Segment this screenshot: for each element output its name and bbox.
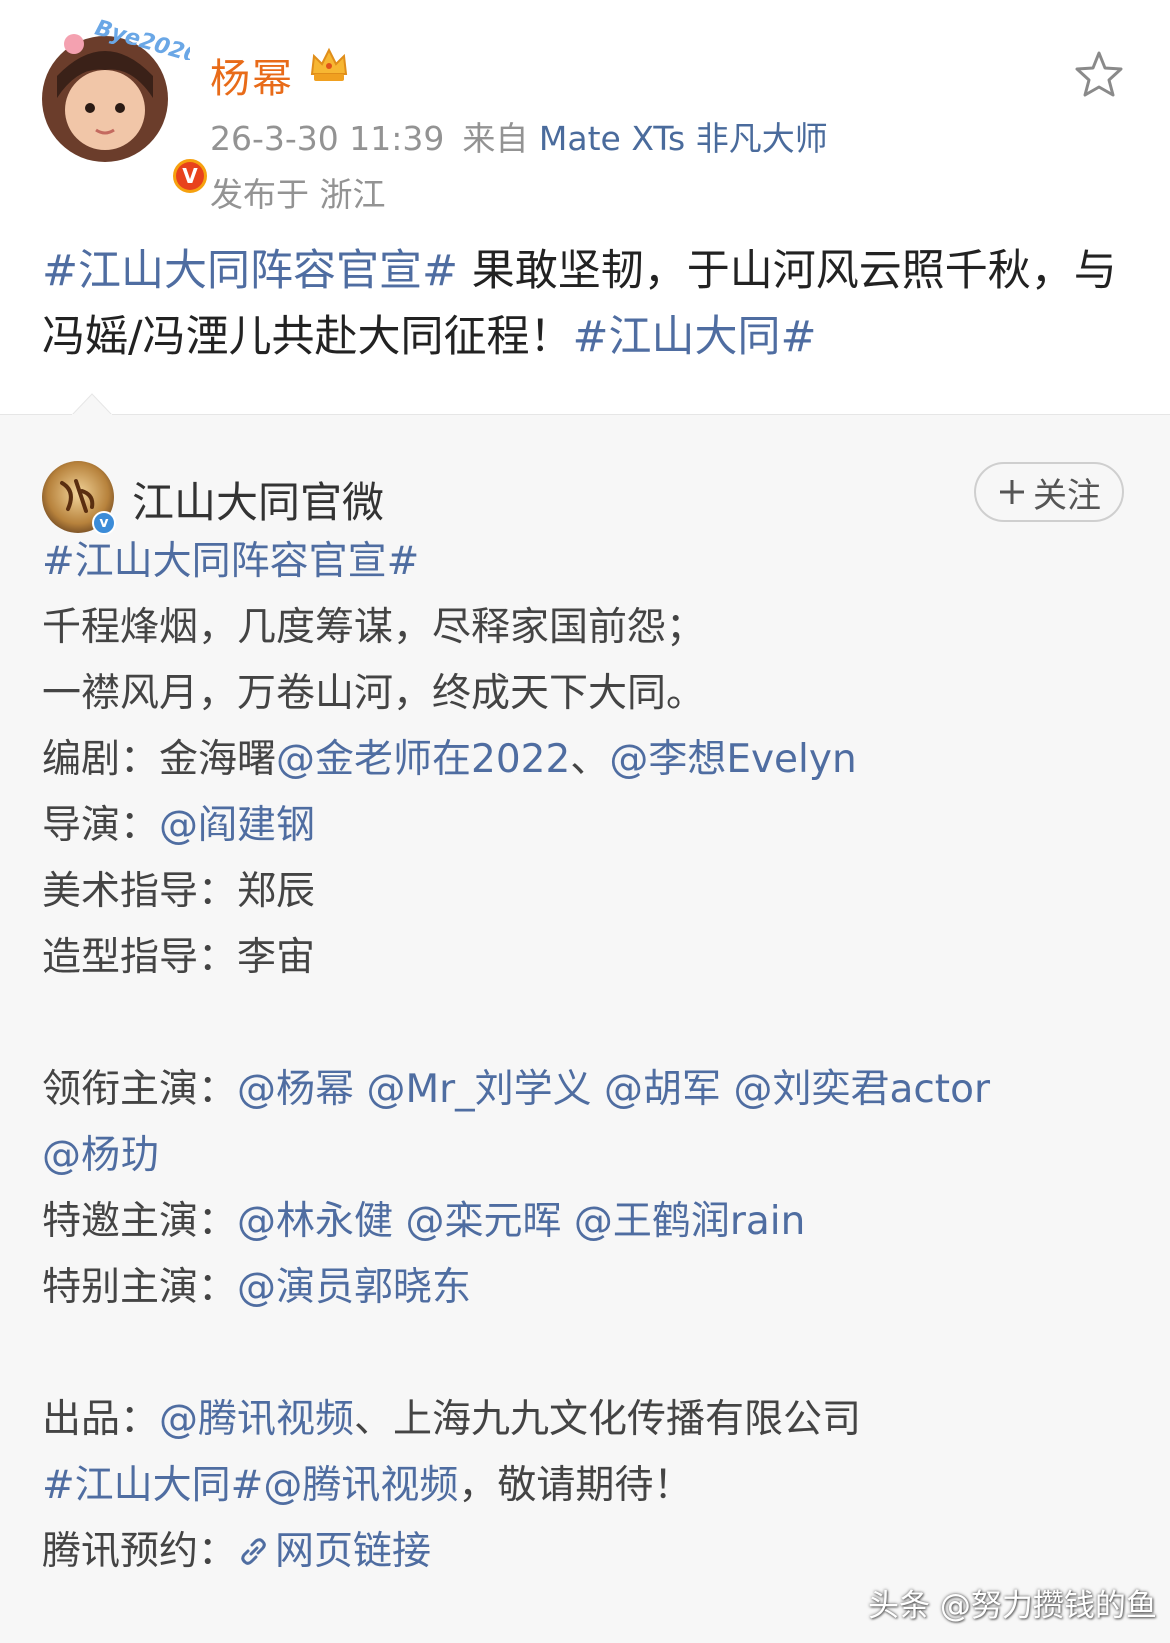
star-icon[interactable] [1074, 50, 1124, 98]
mention-link[interactable]: @演员郭晓东 [237, 1265, 471, 1310]
credit-label: 领衔主演： [42, 1067, 238, 1112]
closing-text: ，敬请期待！ [458, 1463, 693, 1508]
follow-button[interactable]: 关注 [974, 462, 1124, 522]
via-label: 来自 [462, 119, 529, 158]
mention-link[interactable]: @杨玏 [42, 1133, 159, 1178]
mention-link[interactable]: @腾讯视频 [159, 1397, 354, 1442]
original-post: Bye2020 V 杨幂 26-3-30 11:39 来自 Mate XTs 非凡… [0, 0, 1170, 414]
mention-link[interactable]: @金老师在2022 [276, 737, 570, 782]
mention-link[interactable]: @Mr_刘学义 [366, 1067, 591, 1112]
repost-pointer [72, 393, 112, 415]
reposted-card[interactable]: v 江山大同官微 关注 #江山大同阵容官宣# 千程烽烟，几度筹谋，尽释家国前怨；… [0, 393, 1170, 1643]
credit-label: 美术指导： [42, 869, 238, 914]
web-link[interactable]: 网页链接 [237, 1529, 431, 1574]
post-location: 发布于 浙江 [210, 175, 386, 214]
mention-link[interactable]: @栾元晖 [405, 1199, 561, 1244]
hashtag-link[interactable]: #江山大同# [42, 1463, 263, 1508]
repost-author-name[interactable]: 江山大同官微 [132, 469, 384, 530]
author-avatar[interactable]: Bye2020 V [42, 16, 210, 196]
credit-label: 造型指导： [42, 935, 238, 980]
text-line: 千程烽烟，几度筹谋，尽释家国前怨； [42, 605, 706, 650]
plus-icon [1000, 480, 1024, 504]
post-text: #江山大同阵容官宣# 果敢坚韧，于山河风云照千秋，与冯媱/冯湮儿共赴大同征程！#… [42, 238, 1132, 370]
mention-link[interactable]: @林永健 [237, 1199, 393, 1244]
mention-link[interactable]: @杨幂 [237, 1067, 354, 1112]
watermark: 头条 @努力攒钱的鱼 [868, 1588, 1157, 1624]
credit-label: 特邀主演： [42, 1199, 238, 1244]
separator: 、 [570, 737, 610, 782]
avatar-frame-badge: Bye2020 [64, 16, 190, 60]
mention-link[interactable]: @刘奕君actor [733, 1067, 990, 1112]
credit-label: 出品： [42, 1397, 160, 1442]
credit-label: 腾讯预约： [42, 1529, 238, 1574]
credit-name: 李宙 [237, 935, 316, 980]
mention-link[interactable]: @阎建钢 [159, 803, 315, 848]
hashtag-link[interactable]: #江山大同# [573, 312, 817, 362]
mention-link[interactable]: @李想Evelyn [609, 737, 856, 782]
device-link[interactable]: Mate XTs 非凡大师 [539, 119, 828, 158]
mention-link[interactable]: @腾讯视频 [263, 1463, 458, 1508]
mention-link[interactable]: @胡军 [604, 1067, 721, 1112]
credit-name: 郑辰 [237, 869, 316, 914]
text-line: 一襟风月，万卷山河，终成天下大同。 [42, 671, 706, 716]
credit-label: 特别主演： [42, 1265, 238, 1310]
link-icon [241, 1538, 266, 1565]
author-name[interactable]: 杨幂 [210, 46, 294, 104]
repost-body: #江山大同阵容官宣# 千程烽烟，几度筹谋，尽释家国前怨； 一襟风月，万卷山河，终… [42, 529, 1142, 1585]
hashtag-link[interactable]: #江山大同阵容官宣# [42, 246, 458, 296]
mention-link[interactable]: @王鹤润rain [574, 1199, 806, 1244]
hashtag-link[interactable]: #江山大同阵容官宣# [42, 539, 419, 584]
credit-label: 导演： [42, 803, 160, 848]
svg-text:Bye2020: Bye2020 [92, 16, 190, 60]
post-timestamp: 26-3-30 11:39 [210, 119, 445, 158]
credit-name: 、上海九九文化传播有限公司 [354, 1397, 862, 1442]
web-link-label: 网页链接 [275, 1529, 432, 1574]
follow-label: 关注 [1033, 475, 1101, 516]
credit-name: 金海曙 [159, 737, 277, 782]
verified-badge-icon: V [170, 156, 210, 196]
crown-icon[interactable] [308, 44, 350, 86]
credit-label: 编剧： [42, 737, 160, 782]
post-meta: 26-3-30 11:39 来自 Mate XTs 非凡大师 [210, 112, 828, 160]
